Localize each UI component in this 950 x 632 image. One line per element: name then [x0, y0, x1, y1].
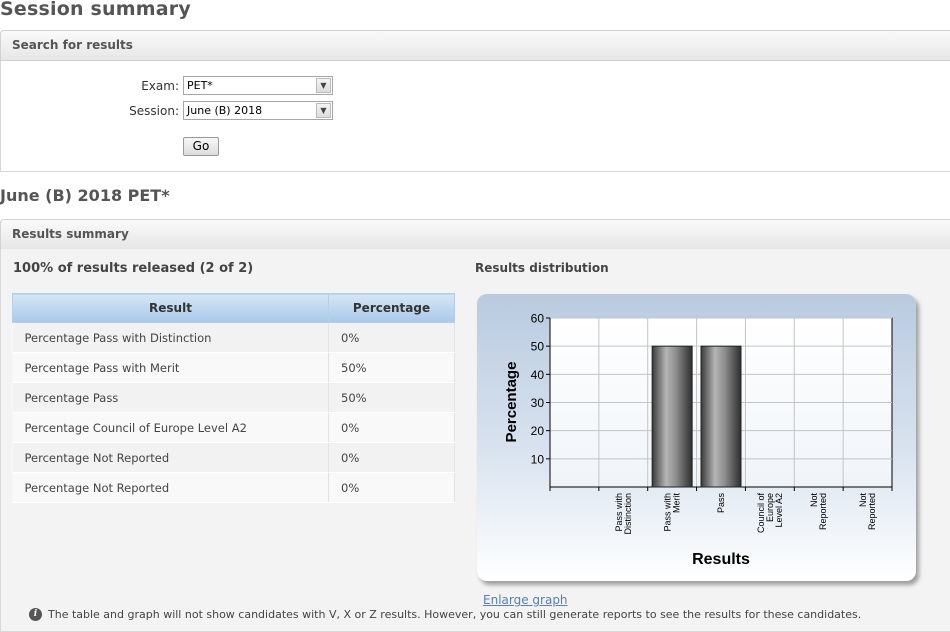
percentage-cell: 0%	[328, 442, 455, 473]
table-row: Percentage Pass with Distinction 0%	[12, 322, 455, 353]
session-select-value: June (B) 2018	[187, 104, 263, 117]
chevron-down-icon[interactable]: ▼	[316, 103, 331, 118]
x-tick-label: Council ofEuropeLevel A2	[756, 493, 784, 534]
exam-select[interactable]: PET* ▼	[183, 76, 333, 95]
chart-bar	[651, 345, 693, 488]
y-tick-label: 60	[531, 312, 545, 326]
results-distribution-chart: Percentage Results 10 20 30 40 50 60 Pass with…	[477, 294, 916, 581]
chart-bar	[700, 345, 742, 488]
table-row: Percentage Council of Europe Level A2 0%	[12, 412, 455, 443]
chevron-down-icon[interactable]: ▼	[316, 78, 331, 93]
chart-svg: Percentage Results 10 20 30 40 50 60 Pass with…	[503, 312, 893, 568]
x-tick-label: Pass	[716, 493, 726, 514]
x-tick-label: Pass withDistinction	[614, 493, 633, 535]
result-cell: Percentage Pass	[12, 382, 329, 413]
result-cell: Percentage Not Reported	[12, 442, 329, 473]
page-title: Session summary	[0, 0, 191, 20]
table-row: Percentage Not Reported 0%	[12, 442, 455, 473]
percentage-cell: 0%	[328, 472, 455, 503]
column-header-result: Result	[12, 293, 329, 323]
footnote-text: The table and graph will not show candid…	[48, 608, 862, 621]
x-tick-label: Pass withMerit	[663, 493, 682, 532]
results-panel-header: Results summary	[0, 219, 950, 250]
percentage-cell: 50%	[328, 352, 455, 383]
percentage-cell: 50%	[328, 382, 455, 413]
table-row: Percentage Not Reported 0%	[12, 472, 455, 503]
x-tick-label: NotReported	[809, 493, 828, 531]
x-tick-label: NotReported	[858, 493, 877, 531]
result-cell: Percentage Not Reported	[12, 472, 329, 503]
y-axis-title: Percentage	[503, 362, 520, 443]
column-header-percentage: Percentage	[328, 293, 455, 323]
table-row: Percentage Pass 50%	[12, 382, 455, 413]
session-label: Session:	[129, 104, 179, 118]
table-header-row: Result Percentage	[12, 293, 455, 323]
go-button[interactable]: Go	[183, 137, 219, 156]
session-select[interactable]: June (B) 2018 ▼	[183, 101, 333, 120]
y-tick-label: 10	[531, 452, 545, 466]
results-table: Result Percentage Percentage Pass with D…	[12, 293, 455, 503]
exam-row: Exam: PET* ▼	[0, 76, 950, 96]
info-icon: i	[29, 608, 42, 621]
percentage-cell: 0%	[328, 322, 455, 353]
y-tick-label: 50	[531, 340, 545, 354]
y-tick-label: 20	[531, 424, 545, 438]
search-panel-header: Search for results	[0, 30, 950, 61]
session-title: June (B) 2018 PET*	[0, 186, 170, 205]
result-cell: Percentage Pass with Merit	[12, 352, 329, 383]
session-row: Session: June (B) 2018 ▼	[0, 101, 950, 121]
exam-label: Exam:	[141, 79, 179, 93]
x-axis-title: Results	[692, 551, 750, 568]
percentage-cell: 0%	[328, 412, 455, 443]
result-cell: Percentage Pass with Distinction	[12, 322, 329, 353]
table-row: Percentage Pass with Merit 50%	[12, 352, 455, 383]
results-released-text: 100% of results released (2 of 2)	[13, 261, 254, 276]
exam-select-value: PET*	[187, 79, 213, 92]
result-cell: Percentage Council of Europe Level A2	[12, 412, 329, 443]
results-distribution-title: Results distribution	[475, 261, 609, 275]
y-tick-label: 40	[531, 368, 545, 382]
y-tick-label: 30	[531, 396, 545, 410]
enlarge-graph-link[interactable]: Enlarge graph	[483, 593, 568, 607]
